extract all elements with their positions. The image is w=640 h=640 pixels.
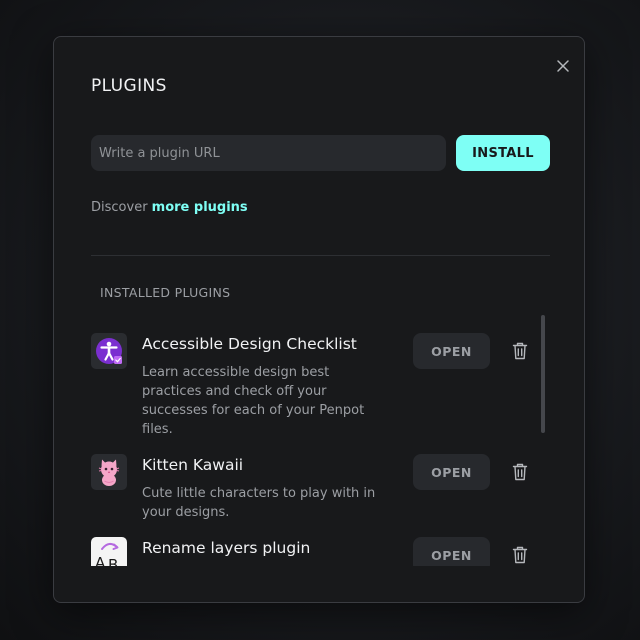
open-plugin-button[interactable]: OPEN — [413, 454, 490, 490]
install-button[interactable]: INSTALL — [456, 135, 550, 171]
more-plugins-link[interactable]: more plugins — [152, 200, 248, 215]
plugin-name: Kitten Kawaii — [142, 456, 244, 474]
installed-plugins-list[interactable]: Accessible Design Checklist Learn access… — [91, 319, 550, 566]
trash-icon[interactable] — [511, 341, 529, 361]
trash-icon[interactable] — [511, 462, 529, 482]
trash-icon[interactable] — [511, 545, 529, 565]
rename-layers-icon: A B — [91, 537, 127, 566]
accessibility-icon — [91, 333, 127, 369]
kitten-icon — [91, 454, 127, 490]
discover-text: Discover more plugins — [91, 200, 248, 215]
plugin-name: Rename layers plugin — [142, 539, 311, 557]
open-plugin-button[interactable]: OPEN — [413, 537, 490, 566]
close-icon[interactable] — [554, 57, 572, 75]
plugin-url-input[interactable] — [91, 135, 446, 171]
open-plugin-button[interactable]: OPEN — [413, 333, 490, 369]
divider — [91, 255, 550, 256]
discover-prefix: Discover — [91, 200, 152, 215]
plugin-description: Cute little characters to play with in y… — [142, 486, 376, 520]
plugins-list-scrollbar[interactable] — [541, 315, 545, 433]
plugin-description: Learn accessible design best practices a… — [142, 365, 365, 437]
svg-text:A: A — [95, 554, 106, 566]
installed-plugins-heading: INSTALLED PLUGINS — [100, 285, 231, 300]
dialog-title: PLUGINS — [91, 76, 167, 96]
plugin-name: Accessible Design Checklist — [142, 335, 357, 353]
svg-text:B: B — [108, 556, 118, 566]
plugins-dialog: PLUGINS INSTALL Discover more plugins IN… — [53, 36, 585, 603]
